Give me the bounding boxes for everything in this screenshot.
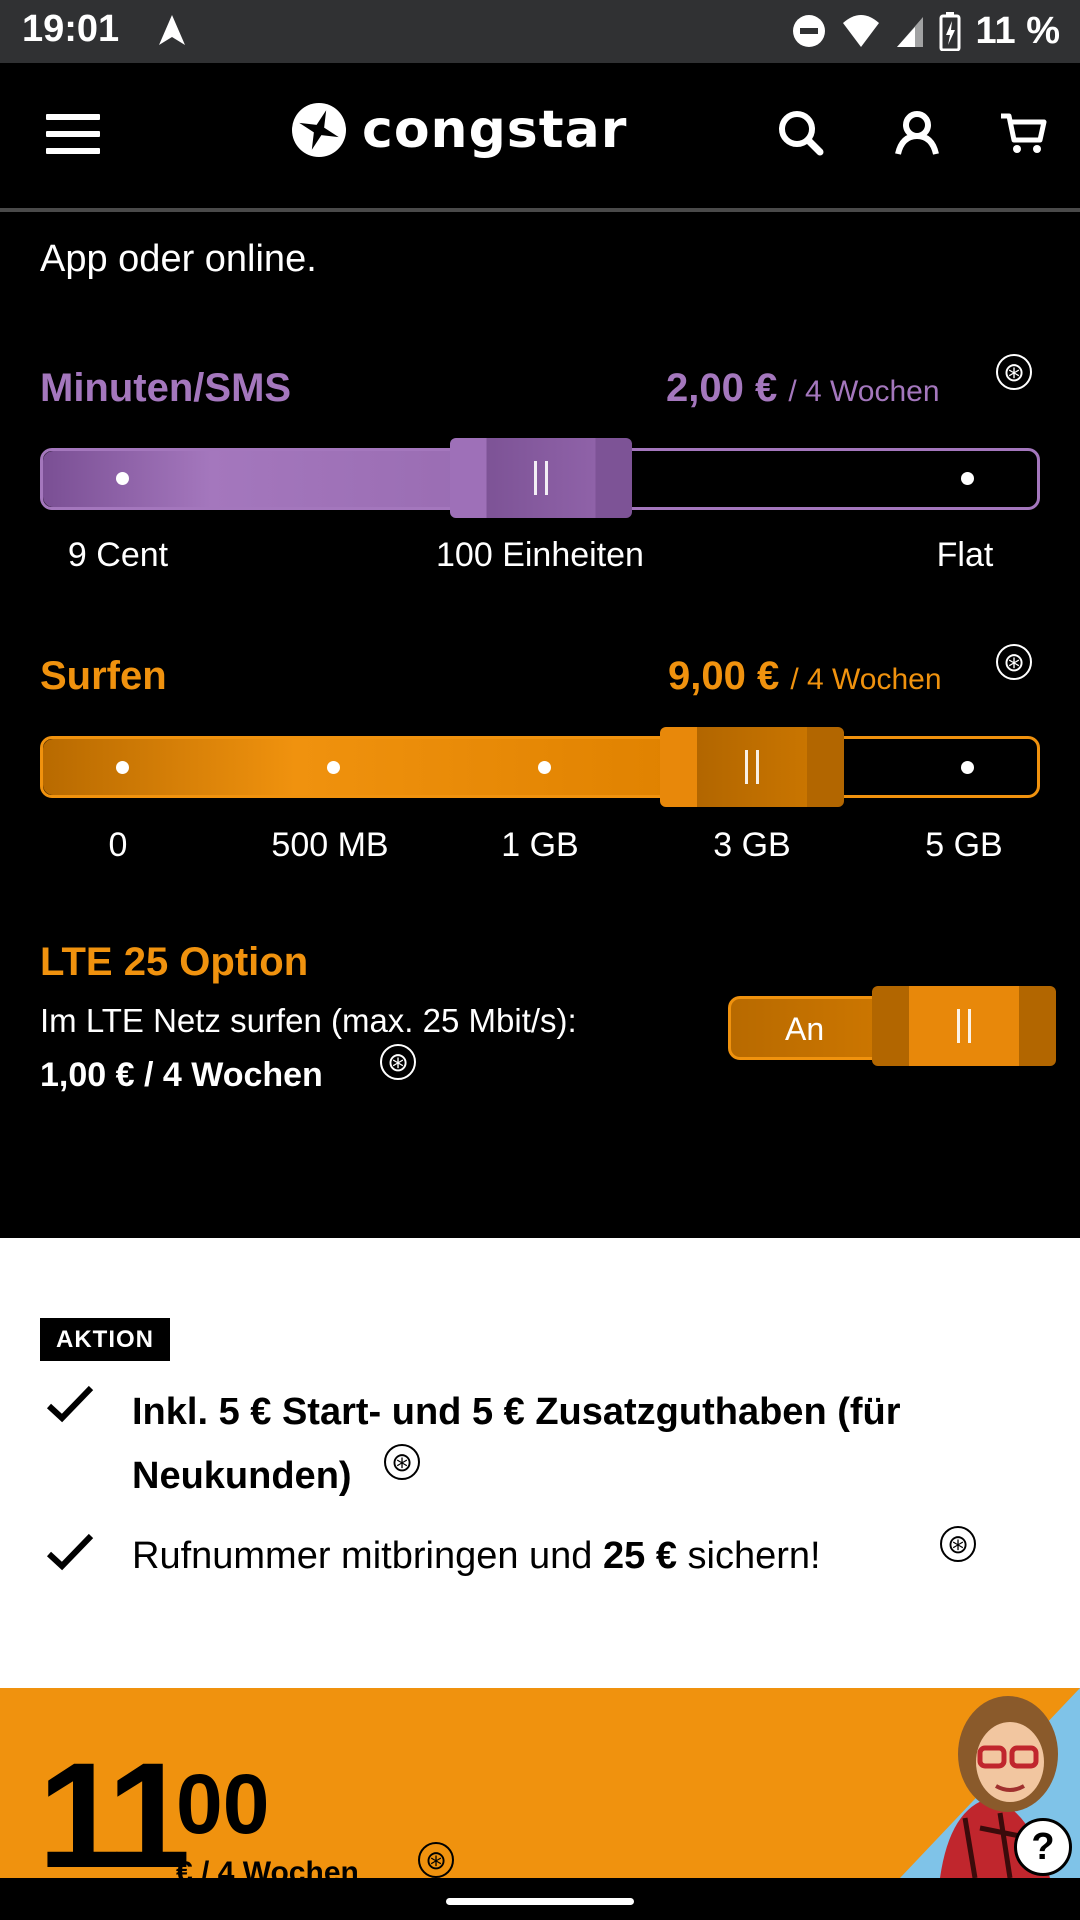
status-time: 19:01 [22,8,120,50]
wifi-icon [843,15,880,47]
minutes-info-icon[interactable]: ⊛ [996,354,1032,390]
surfen-slider-fill [43,739,673,795]
promo-item-2-post: sichern! [676,1535,821,1577]
surfen-price-period: / 4 Wochen [790,663,942,696]
home-gesture-handle[interactable] [446,1898,634,1905]
promo-item-1-line-1: Inkl. 5 € Start- und 5 € Zusatzguthaben … [132,1391,901,1433]
minutes-tick-dot [961,472,974,485]
surfen-info-icon[interactable]: ⊛ [996,644,1032,680]
minutes-tick-label: 9 Cent [67,536,169,574]
checkmark-icon [46,1385,94,1423]
surfen-tick-dot [538,761,551,774]
lte-toggle-thumb[interactable] [872,986,1056,1066]
brand-name: congstar [362,100,628,160]
promo-item-number-port: Rufnummer mitbringen und 25 € sichern! [132,1524,821,1588]
do-not-disturb-icon [793,15,826,47]
minutes-price-period: / 4 Wochen [788,375,940,408]
total-price-cents: 00 [176,1757,270,1851]
battery-charging-icon [939,12,961,51]
congstar-logo[interactable]: congstar [290,100,627,160]
surfen-price-value: 9,00 € [668,654,780,698]
surfen-slider-thumb[interactable] [660,727,844,807]
promo-item-start-credit: Inkl. 5 € Start- und 5 € Zusatzguthaben … [132,1380,901,1508]
cart-icon[interactable] [998,108,1048,158]
intro-text: App oder online. [40,238,317,280]
promo-item-1-line-2: Neukunden) [132,1455,352,1497]
search-icon[interactable] [776,108,826,158]
surfen-tick-label: 1 GB [501,826,579,864]
slider-grip-icon [745,750,759,784]
navigation-arrow-icon [159,15,185,45]
promo-info-icon[interactable]: ⊛ [384,1444,420,1480]
promo-item-2-pre: Rufnummer mitbringen und [132,1535,603,1577]
total-price-euros: 11 [38,1731,191,1899]
lte-option-title: LTE 25 Option [40,940,309,984]
lte-toggle-label: An [785,1011,825,1047]
lte-option-description: Im LTE Netz surfen (max. 25 Mbit/s): [40,1002,577,1039]
surfen-tick-label: 500 MB [271,826,389,864]
checkmark-icon [46,1533,94,1571]
minutes-price-value: 2,00 € [666,366,778,410]
surfen-price: 9,00 € / 4 Wochen [668,654,942,699]
hamburger-menu-icon[interactable] [46,114,100,154]
surfen-tick-label: 0 [108,826,128,864]
minutes-price: 2,00 € / 4 Wochen [666,366,940,411]
account-icon[interactable] [892,108,942,158]
minutes-slider-thumb[interactable] [450,438,632,518]
cell-signal-icon [897,17,924,47]
help-chat-button[interactable]: ? [1014,1818,1072,1876]
surfen-title: Surfen [40,654,167,698]
minutes-tick-dot [116,472,129,485]
congstar-star-icon [292,103,346,157]
slider-grip-icon [957,1009,971,1043]
battery-level: 11 % [975,9,1060,52]
promo-item-2-amount: 25 € [603,1535,677,1577]
total-info-icon[interactable]: ⊛ [418,1842,454,1878]
minutes-title: Minuten/SMS [40,366,292,410]
slider-grip-icon [534,461,548,495]
minutes-tick-label: 100 Einheiten [436,536,644,574]
promo-info-icon[interactable]: ⊛ [940,1526,976,1562]
lte-info-icon[interactable]: ⊛ [380,1044,416,1080]
surfen-tick-dot [327,761,340,774]
surfen-tick-dot [961,761,974,774]
aktion-badge: AKTION [40,1318,170,1361]
surfen-tick-dot [116,761,129,774]
minutes-slider-fill [43,451,463,507]
surfen-tick-label: 5 GB [925,826,1003,864]
lte-option-price: 1,00 € / 4 Wochen [40,1056,323,1094]
minutes-tick-label: Flat [936,536,994,574]
status-bar: 19:01 11 % [0,0,1080,63]
surfen-tick-label: 3 GB [713,826,791,864]
